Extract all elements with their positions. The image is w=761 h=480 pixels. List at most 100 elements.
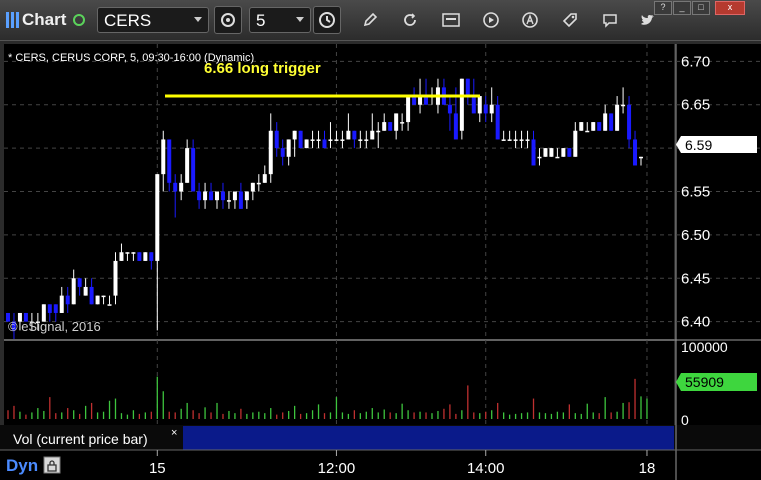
volume-tick-label: 100000 [681, 339, 728, 355]
close-button[interactable]: x [715, 1, 745, 15]
candle-body [203, 191, 208, 201]
candle-body [161, 139, 166, 175]
candle-body [173, 182, 178, 192]
candle-body [394, 113, 399, 131]
candle-body [346, 130, 351, 140]
link-status-icon[interactable] [73, 14, 86, 26]
candle-body [543, 148, 548, 157]
candle-body [286, 139, 291, 157]
candle-body [280, 148, 285, 157]
link-settings-icon[interactable] [214, 6, 242, 34]
candle-body [268, 130, 273, 175]
candle-body [209, 191, 214, 201]
candle-body [77, 278, 82, 287]
volume-pane [4, 341, 674, 425]
candle-body [495, 104, 500, 140]
watermark: © eSignal, 2016 [8, 319, 101, 334]
candle-body [292, 130, 297, 140]
candle-body [334, 139, 339, 141]
candle-body [197, 191, 202, 201]
candle-body [471, 96, 476, 114]
interval-input[interactable]: 5 [249, 7, 311, 33]
candle-body [591, 122, 596, 131]
price-chart[interactable]: 6.706.656.606.556.506.456.40 1000000 151… [0, 40, 761, 480]
y-tick-label: 6.65 [681, 97, 710, 114]
candle-body [370, 130, 375, 140]
y-tick-label: 6.40 [681, 314, 710, 331]
candle-body [459, 78, 464, 131]
play-icon[interactable] [477, 6, 505, 34]
comment-icon[interactable] [596, 6, 624, 34]
candle-body [244, 191, 249, 201]
volume-close-icon[interactable]: × [171, 427, 177, 439]
y-tick-label: 6.55 [681, 184, 710, 201]
interval-value: 5 [256, 11, 266, 30]
candle-body [262, 174, 267, 183]
annotation-icon[interactable] [516, 6, 544, 34]
candle-body [47, 304, 52, 313]
x-tick-label: 12:00 [318, 460, 356, 477]
candle-body [298, 130, 303, 149]
last-volume-label: 55909 [685, 374, 724, 390]
candle-body [513, 139, 518, 141]
candle-body [328, 139, 333, 141]
candle-body [364, 139, 369, 141]
candle-body [89, 286, 94, 305]
dyn-label: Dyn [6, 456, 38, 475]
candle-body [537, 156, 542, 159]
chart-header: * CERS, CERUS CORP, 5, 09:30-16:00 (Dyna… [8, 52, 254, 64]
calendar-icon[interactable] [437, 6, 465, 34]
candle-body [453, 113, 458, 140]
candle-body [483, 104, 488, 114]
x-tick-label: 15 [149, 460, 166, 477]
candle-body [358, 139, 363, 141]
candle-body [238, 191, 243, 209]
clock-icon[interactable] [313, 6, 341, 34]
symbol-input[interactable]: CERS [97, 7, 209, 33]
candle-body [603, 113, 608, 131]
candle-body [382, 122, 387, 131]
y-tick-label: 6.45 [681, 270, 710, 287]
candle-body [507, 139, 512, 141]
maximize-button[interactable]: □ [692, 1, 710, 15]
app-title: Chart [6, 8, 86, 32]
candle-body [316, 139, 321, 141]
candle-body [220, 191, 225, 201]
candle-body [155, 174, 160, 261]
candle-body [137, 252, 142, 261]
refresh-icon[interactable] [396, 6, 424, 34]
candle-body [573, 130, 578, 157]
candle-body [597, 122, 602, 131]
chart-logo-icon [6, 12, 19, 28]
candle-body [501, 139, 506, 141]
candle-body [113, 260, 118, 296]
app-name: Chart [22, 10, 67, 29]
y-tick-label: 6.50 [681, 227, 710, 244]
candle-body [179, 182, 184, 192]
candle-body [555, 156, 560, 159]
candle-body [621, 104, 626, 107]
candle-body [167, 139, 172, 183]
candle-body [191, 148, 196, 192]
candle-body [525, 139, 530, 141]
candle-body [477, 96, 482, 114]
interval-dropdown-icon[interactable] [296, 17, 304, 22]
candle-body [65, 295, 70, 305]
candle-body [250, 182, 255, 192]
pencil-icon[interactable] [356, 6, 384, 34]
candle-body [310, 139, 315, 141]
minimize-button[interactable]: _ [673, 1, 691, 15]
last-price-label: 6.59 [685, 137, 712, 153]
candle-body [101, 295, 106, 298]
candle-body [352, 130, 357, 140]
tag-icon[interactable] [556, 6, 584, 34]
help-button[interactable]: ? [654, 1, 672, 15]
candle-body [639, 156, 643, 159]
candle-body [71, 278, 76, 305]
candle-body [119, 252, 124, 261]
symbol-dropdown-icon[interactable] [194, 17, 202, 22]
x-tick-label: 14:00 [467, 460, 505, 477]
candle-body [400, 122, 405, 124]
candle-body [185, 148, 190, 183]
chart-area: 6.706.656.606.556.506.456.40 1000000 151… [0, 40, 761, 480]
